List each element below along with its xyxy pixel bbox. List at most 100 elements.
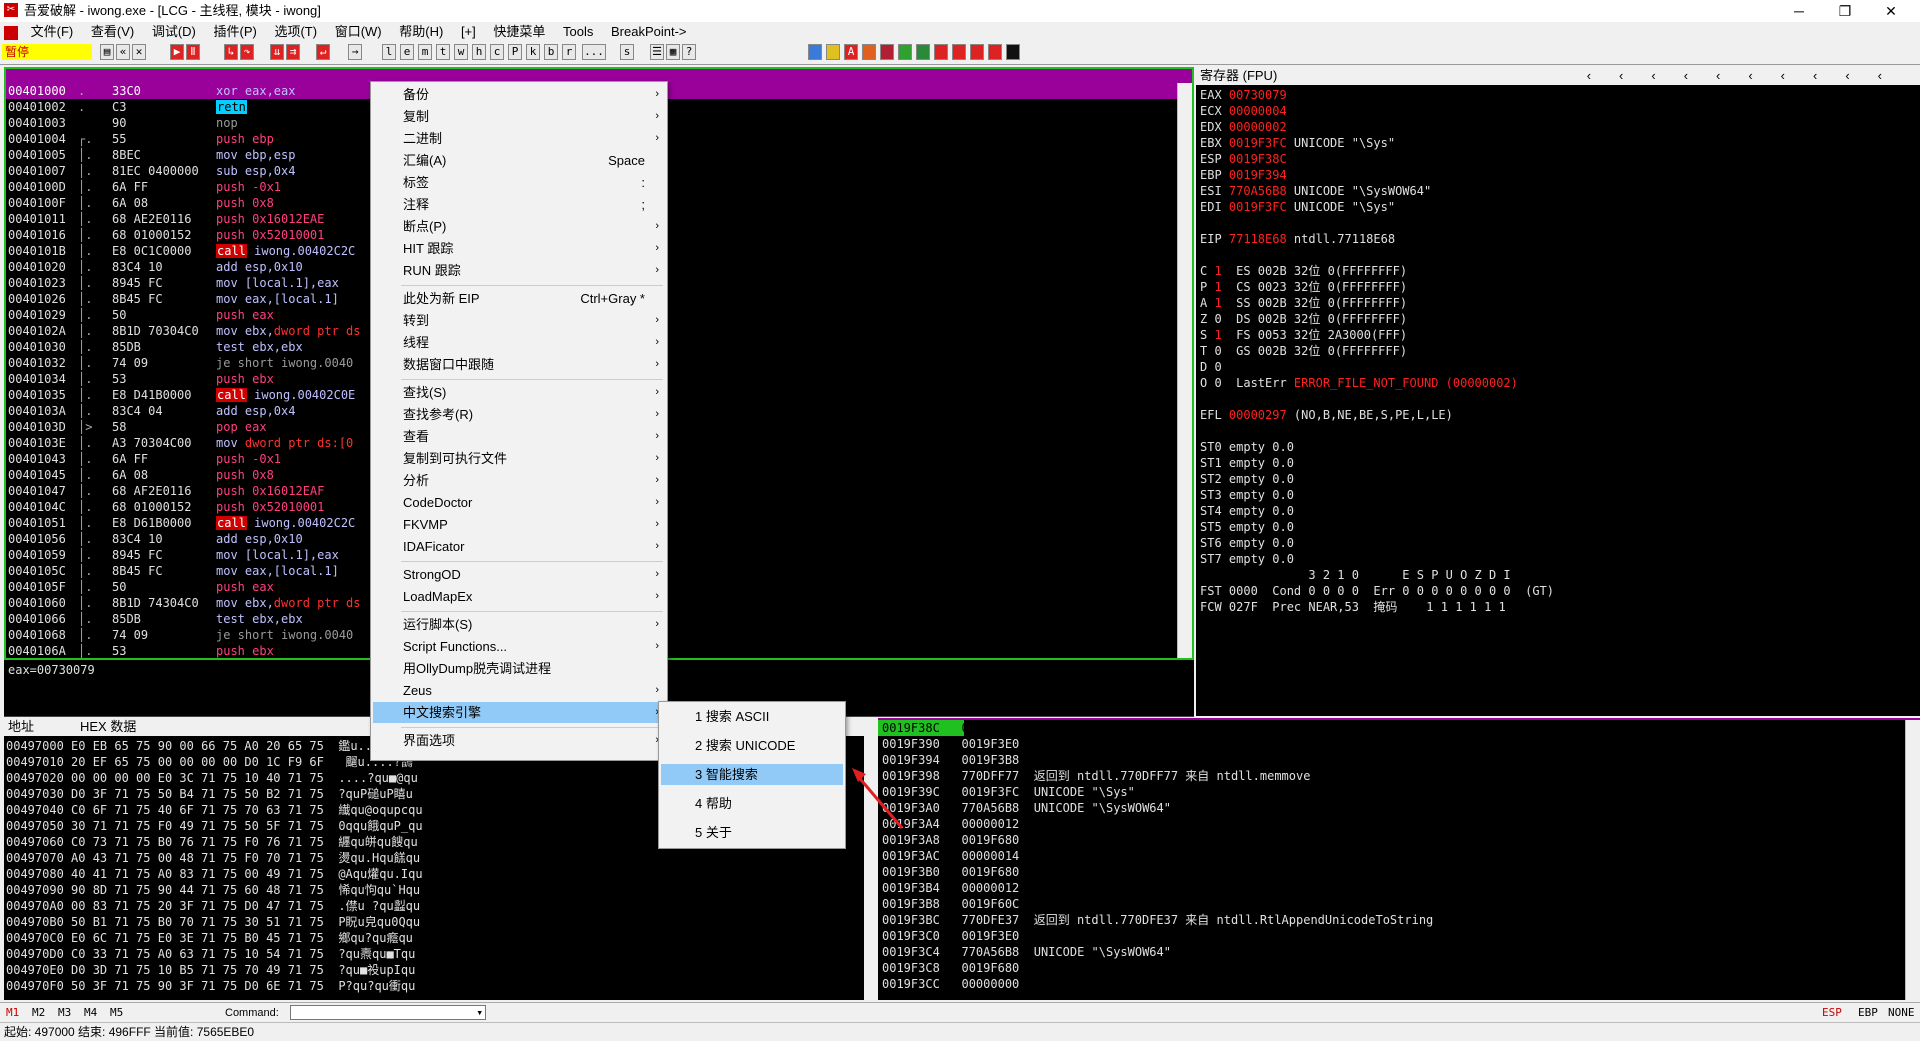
tool-b[interactable]: b <box>544 44 558 60</box>
stack-row[interactable]: 0019F3B8 0019F60C <box>882 896 1019 912</box>
plugin-icon-1[interactable] <box>808 44 822 60</box>
mark-m1[interactable]: M1 <box>6 1003 19 1023</box>
stack-row[interactable]: 0019F3C8 0019F680 <box>882 960 1019 976</box>
register-line[interactable]: ST5 empty 0.0 <box>1200 519 1294 535</box>
menu-debug[interactable]: 调试(D) <box>145 22 203 42</box>
menu-item[interactable]: IDAFicator › <box>373 536 665 557</box>
plugin-icon-5[interactable] <box>880 44 894 60</box>
run-icon[interactable]: ▶ <box>170 44 184 60</box>
mark-m4[interactable]: M4 <box>84 1003 97 1023</box>
menu-item[interactable]: RUN 跟踪 › <box>373 260 665 281</box>
register-line[interactable]: T 0 GS 002B 32位 0(FFFFFFFF) <box>1200 343 1407 359</box>
menu-item[interactable]: 备份 › <box>373 84 665 105</box>
stack-row[interactable]: 0019F3AC 00000014 <box>882 848 1019 864</box>
menu-item[interactable]: CodeDoctor › <box>373 492 665 513</box>
menu-item[interactable]: 数据窗口中跟随 › <box>373 354 665 375</box>
register-line[interactable]: O 0 LastErr ERROR_FILE_NOT_FOUND (000000… <box>1200 375 1518 391</box>
register-line[interactable]: ST7 empty 0.0 <box>1200 551 1294 567</box>
register-line[interactable]: ST2 empty 0.0 <box>1200 471 1294 487</box>
dump-row[interactable]: 004970E0 D0 3D 71 75 10 B5 71 75 70 49 7… <box>6 962 415 978</box>
registers-nav-arrows[interactable]: ‹‹‹‹‹‹‹‹‹‹ <box>1587 67 1910 85</box>
tool-t[interactable]: t <box>436 44 450 60</box>
menu-item[interactable]: 查找参考(R) › <box>373 404 665 425</box>
stack-row[interactable]: 0019F3A0 770A56B8 UNICODE "\SysWOW64" <box>882 800 1171 816</box>
dump-row[interactable]: 004970B0 50 B1 71 75 B0 70 71 75 30 51 7… <box>6 914 420 930</box>
close-button[interactable]: ✕ <box>1868 0 1914 22</box>
menu-item[interactable]: 1 搜索 ASCII <box>661 706 843 727</box>
plugin-icon-10[interactable] <box>970 44 984 60</box>
step-into-icon[interactable]: ↳ <box>224 44 238 60</box>
mode-none[interactable]: NONE <box>1888 1003 1915 1023</box>
stack-row[interactable]: 0019F398 770DFF77 返回到 ntdll.770DFF77 来自 … <box>882 768 1310 784</box>
menu-item[interactable]: 复制 › <box>373 106 665 127</box>
dump-row[interactable]: 004970A0 00 83 71 75 20 3F 71 75 D0 47 7… <box>6 898 420 914</box>
restart-icon[interactable]: « <box>116 44 130 60</box>
menu-window[interactable]: 窗口(W) <box>328 22 389 42</box>
tool-w[interactable]: w <box>454 44 468 60</box>
dump-row[interactable]: 004970D0 C0 33 71 75 A0 63 71 75 10 54 7… <box>6 946 415 962</box>
menu-file[interactable]: 文件(F) <box>24 22 81 42</box>
exec-till-return-icon[interactable]: ↵ <box>316 44 330 60</box>
plugin-icon-6[interactable] <box>898 44 912 60</box>
stack-row[interactable]: 0019F3C0 0019F3E0 <box>882 928 1019 944</box>
plugin-icon-2[interactable] <box>826 44 840 60</box>
step-over-icon[interactable]: ↷ <box>240 44 254 60</box>
register-line[interactable]: EIP 77118E68 ntdll.77118E68 <box>1200 231 1395 247</box>
menu-item[interactable]: 用OllyDump脱壳调试进程 <box>373 658 665 679</box>
stack-row[interactable]: 0019F3C4 770A56B8 UNICODE "\SysWOW64" <box>882 944 1171 960</box>
tool-l[interactable]: l <box>382 44 396 60</box>
dump-row[interactable]: 00497070 A0 43 71 75 00 48 71 75 F0 70 7… <box>6 850 420 866</box>
trace-into-icon[interactable]: ⇊ <box>270 44 284 60</box>
stack-row[interactable]: 0019F3CC 00000000 <box>882 976 1019 992</box>
register-line[interactable]: EBP 0019F394 <box>1200 167 1287 183</box>
menu-breakpoint[interactable]: BreakPoint-> <box>604 22 694 42</box>
register-line[interactable]: Z 0 DS 002B 32位 0(FFFFFFFF) <box>1200 311 1407 327</box>
menu-item[interactable]: 5 关于 <box>661 822 843 843</box>
menu-view[interactable]: 查看(V) <box>84 22 141 42</box>
register-line[interactable]: FCW 027F Prec NEAR,53 掩码 1 1 1 1 1 1 <box>1200 599 1506 615</box>
menu-item[interactable]: 线程 › <box>373 332 665 353</box>
mode-esp[interactable]: ESP <box>1822 1003 1842 1023</box>
plugin-icon-3[interactable]: A <box>844 44 858 60</box>
menu-item[interactable]: 标签: <box>373 172 665 193</box>
tool-k[interactable]: k <box>526 44 540 60</box>
register-line[interactable]: EAX 00730079 <box>1200 87 1287 103</box>
menu-item[interactable]: 中文搜索引擎› <box>373 702 665 723</box>
menu-item[interactable]: 断点(P) › <box>373 216 665 237</box>
stack-row[interactable]: 0019F38C 00000012 <box>882 720 1019 736</box>
register-line[interactable]: 3 2 1 0 E S P U O Z D I <box>1200 567 1510 583</box>
register-line[interactable]: ECX 00000004 <box>1200 103 1287 119</box>
menu-item[interactable]: 查找(S) › <box>373 382 665 403</box>
plugin-icon-7[interactable] <box>916 44 930 60</box>
menu-item[interactable]: 界面选项› <box>373 730 665 751</box>
register-line[interactable]: ST4 empty 0.0 <box>1200 503 1294 519</box>
dump-row[interactable]: 00497060 C0 73 71 75 B0 76 71 75 F0 76 7… <box>6 834 418 850</box>
register-line[interactable]: ESP 0019F38C <box>1200 151 1287 167</box>
plugin-icon-8[interactable] <box>934 44 948 60</box>
menu-item[interactable]: StrongOD › <box>373 564 665 585</box>
register-line[interactable]: D 0 <box>1200 359 1222 375</box>
registers-pane[interactable]: 寄存器 (FPU) ‹‹‹‹‹‹‹‹‹‹ EAX 00730079 ECX 000… <box>1196 67 1920 716</box>
close-proc-icon[interactable]: ✕ <box>132 44 146 60</box>
tool-c[interactable]: c <box>490 44 504 60</box>
register-line[interactable]: ESI 770A56B8 UNICODE "\SysWOW64" <box>1200 183 1431 199</box>
register-line[interactable]: ST3 empty 0.0 <box>1200 487 1294 503</box>
menu-item[interactable]: 运行脚本(S) › <box>373 614 665 635</box>
dump-row[interactable]: 00497040 C0 6F 71 75 40 6F 71 75 70 63 7… <box>6 802 423 818</box>
tool-s[interactable]: s <box>620 44 634 60</box>
menu-help[interactable]: 帮助(H) <box>392 22 450 42</box>
tool-h[interactable]: h <box>472 44 486 60</box>
dump-row[interactable]: 00497050 30 71 71 75 F0 49 71 75 50 5F 7… <box>6 818 423 834</box>
dump-row[interactable]: 00497010 20 EF 65 75 00 00 00 00 D0 1C F… <box>6 754 413 770</box>
menu-item[interactable]: 查看 › <box>373 426 665 447</box>
help-icon[interactable]: ? <box>682 44 696 60</box>
goto-icon[interactable]: → <box>348 44 362 60</box>
dump-row[interactable]: 00497090 90 8D 71 75 90 44 71 75 60 48 7… <box>6 882 420 898</box>
tool-m[interactable]: m <box>418 44 432 60</box>
menu-item[interactable]: 二进制 › <box>373 128 665 149</box>
menu-item[interactable]: Zeus › <box>373 680 665 701</box>
menu-tools[interactable]: Tools <box>556 22 600 42</box>
stack-row[interactable]: 0019F390 0019F3E0 <box>882 736 1019 752</box>
dump-row[interactable]: 004970C0 E0 6C 71 75 E0 3E 71 75 B0 45 7… <box>6 930 413 946</box>
stack-row[interactable]: 0019F3BC 770DFE37 返回到 ntdll.770DFE37 来自 … <box>882 912 1433 928</box>
